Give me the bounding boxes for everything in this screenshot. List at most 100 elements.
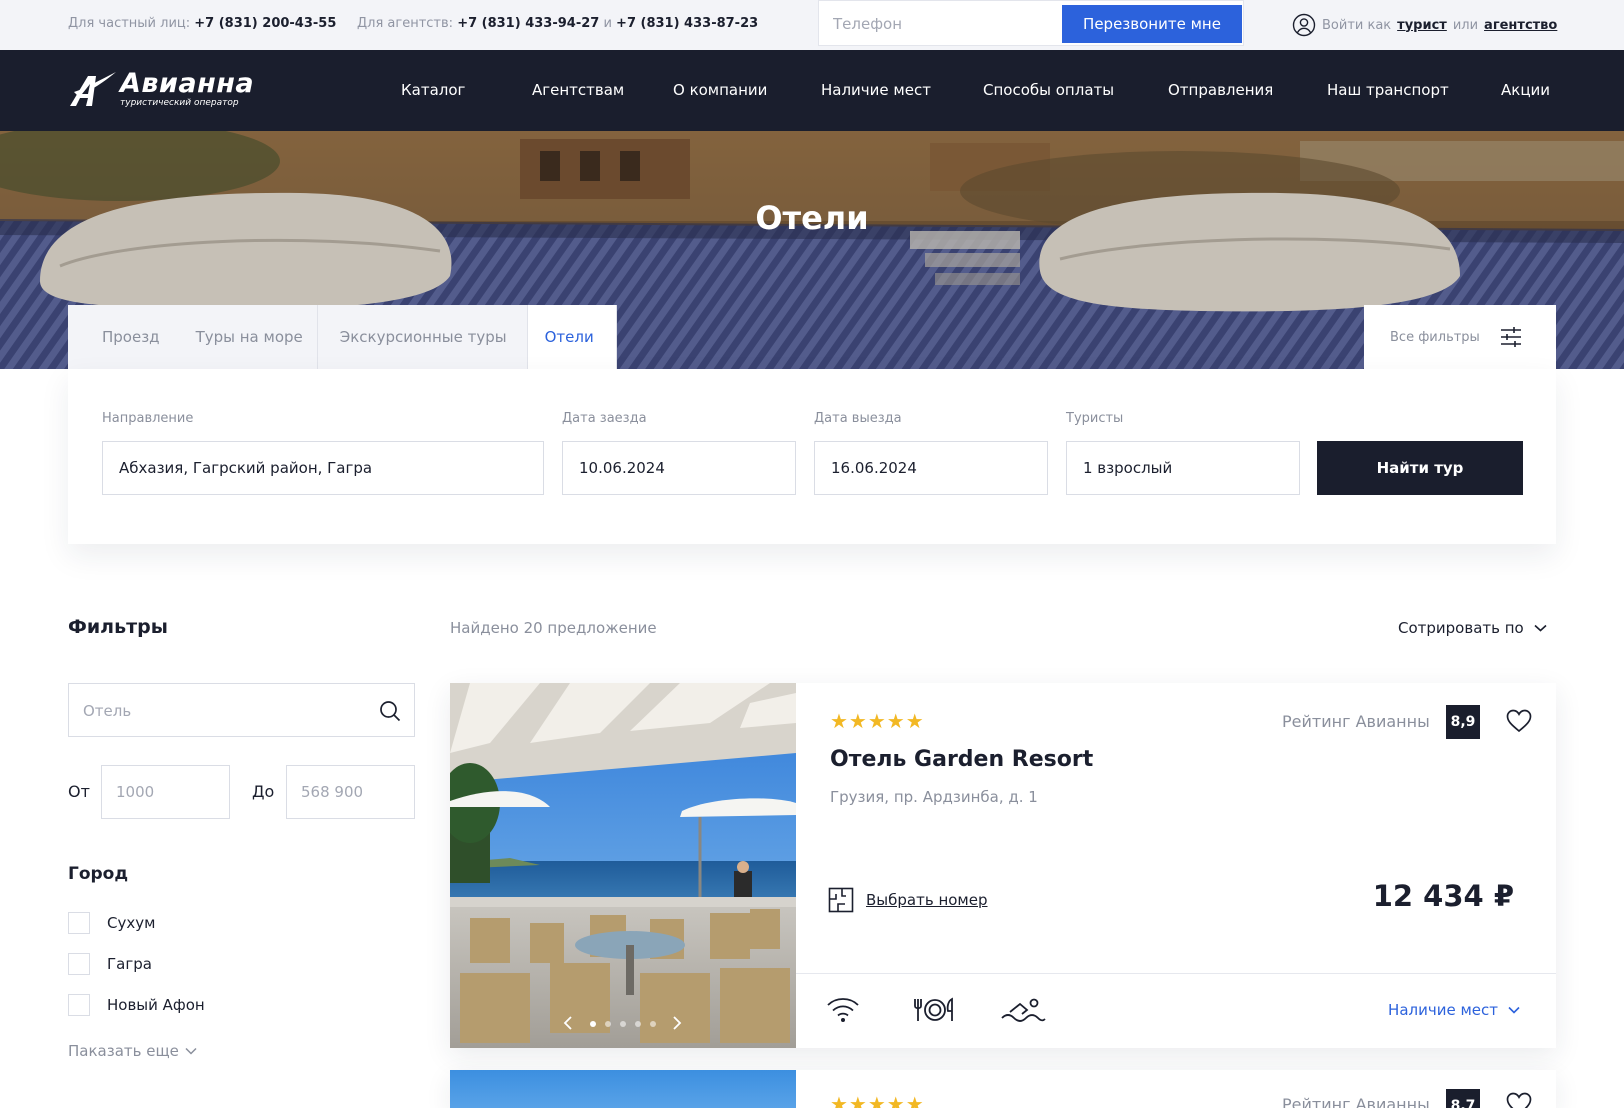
city-option-novy-afon[interactable]: Новый Афон [68,994,205,1016]
hotel-photo-carousel[interactable] [450,1070,796,1108]
carousel-dot[interactable] [650,1021,656,1027]
availability-toggle[interactable]: Наличие мест [1388,1001,1520,1019]
amenities-bar: Наличие мест [796,973,1556,1048]
hotel-search-input[interactable] [83,698,363,724]
chevron-down-icon [185,1047,197,1055]
hotel-name[interactable]: Отель Garden Resort [830,747,1093,772]
city-option-gagra[interactable]: Гагра [68,953,152,975]
login-agency-link[interactable]: агентство [1484,18,1557,33]
login-or: или [1452,17,1479,33]
hotel-photo [450,683,796,1048]
callback-button[interactable]: Перезвоните мне [1062,5,1242,43]
agency-phone-1[interactable]: +7 (831) 433-94-27 [457,16,599,31]
carousel-dot[interactable] [620,1021,626,1027]
search-panel: Направление Дата заезда Дата выезда Тури… [68,369,1556,544]
hotel-card-body: ★★★★★ Рейтинг Авианны 8,9 Отель Garden R… [796,683,1556,1048]
nav-item-availability[interactable]: Наличие мест [821,81,931,99]
agency-contact: Для агентств: +7 (831) 433-94-27 и +7 (8… [357,16,758,31]
hotel-photo-carousel[interactable] [450,683,796,1048]
star-rating: ★★★★★ [830,1092,925,1108]
chevron-down-icon [1534,624,1547,632]
checkbox[interactable] [68,953,90,975]
rating-badge: 8,9 [1446,705,1480,739]
nav-item-catalog[interactable]: Каталог [401,81,465,99]
city-label: Новый Афон [107,996,205,1014]
city-label: Сухум [107,914,156,932]
nav-item-payment[interactable]: Способы оплаты [983,81,1114,99]
all-filters-label: Все фильтры [1390,329,1480,345]
city-option-sukhum[interactable]: Сухум [68,912,155,934]
agency-and: и [603,16,612,31]
tab-sea-tours[interactable]: Туры на море [175,305,318,369]
checkbox[interactable] [68,994,90,1016]
tab-transfer[interactable]: Проезд [68,305,176,369]
filters-title: Фильтры [68,616,168,638]
heart-icon[interactable] [1506,709,1532,733]
logo[interactable]: Авианна туристический оператор [68,68,268,114]
price-from-input[interactable] [101,765,230,819]
login-tourist-link[interactable]: турист [1397,18,1447,33]
carousel-dot[interactable] [635,1021,641,1027]
tourists-label: Туристы [1066,411,1124,426]
search-icon[interactable] [379,700,401,722]
nav-item-promos[interactable]: Акции [1501,81,1550,99]
restaurant-icon [914,997,953,1021]
hotel-card-body: ★★★★★ Рейтинг Авианны 8,7 [796,1070,1556,1108]
floor-plan-icon [828,887,854,913]
tab-hotels[interactable]: Отели [527,305,617,369]
search-tabs: Проезд Туры на море Экскурсионные туры О… [68,305,617,369]
nav-item-about[interactable]: О компании [673,81,767,99]
agency-label: Для агентств: [357,16,454,31]
brand-tagline: туристический оператор [120,98,239,108]
carousel-dot[interactable] [605,1021,611,1027]
carousel-dot[interactable] [590,1021,596,1027]
checkout-label: Дата выезда [814,411,902,426]
brand-name: Авианна [120,68,255,99]
city-filter-title: Город [68,864,129,884]
hotel-card: ★★★★★ Рейтинг Авианны 8,7 [450,1070,1556,1108]
checkout-input[interactable] [814,441,1048,495]
phone-input[interactable] [833,11,1053,37]
hotel-address: Грузия, пр. Ардзинба, д. 1 [830,788,1038,806]
show-more-cities[interactable]: Паказать еще [68,1042,197,1060]
private-contact: Для частный лиц: +7 (831) 200-43-55 [68,16,336,31]
show-more-label: Паказать еще [68,1042,179,1060]
nav-item-agencies[interactable]: Агентствам [532,81,624,99]
tab-excursion-tours[interactable]: Экскурсионные туры [317,305,528,369]
sort-dropdown[interactable]: Сотрировать по [1398,619,1547,637]
nav-item-departures[interactable]: Отправления [1168,81,1273,99]
results-count: Найдено 20 предложение [450,619,657,637]
hotel-photo [450,1070,796,1108]
availability-label: Наличие мест [1388,1001,1498,1019]
heart-icon[interactable] [1506,1092,1532,1108]
hotel-card: ★★★★★ Рейтинг Авианны 8,9 Отель Garden R… [450,683,1556,1048]
pool-icon [1001,998,1046,1022]
private-label: Для частный лиц: [68,16,191,31]
sort-label: Сотрировать по [1398,619,1524,637]
logo-mark-icon [70,72,116,106]
city-label: Гагра [107,955,152,973]
top-bar: Для частный лиц: +7 (831) 200-43-55 Для … [0,0,1624,50]
chevron-right-icon[interactable] [667,1014,685,1032]
price-to-label: До [252,782,275,801]
price-from-label: От [68,782,90,801]
tourists-input[interactable] [1066,441,1300,495]
login-prefix: Войти как [1322,17,1392,33]
private-phone[interactable]: +7 (831) 200-43-55 [194,16,336,31]
direction-label: Направление [102,411,194,426]
all-filters-button[interactable]: Все фильтры [1364,305,1556,369]
find-tour-button[interactable]: Найти тур [1317,441,1523,495]
agency-phone-2[interactable]: +7 (831) 433-87-23 [616,16,758,31]
wifi-icon [827,998,859,1022]
rating-label: Рейтинг Авианны [1282,1095,1430,1108]
nav-item-transport[interactable]: Наш транспорт [1327,81,1449,99]
checkin-label: Дата заезда [562,411,647,426]
price-to-input[interactable] [286,765,415,819]
checkbox[interactable] [68,912,90,934]
hotel-price: 12 434 ₽ [1372,879,1514,913]
checkin-input[interactable] [562,441,796,495]
callback-form: Перезвоните мне [818,0,1244,46]
choose-room-link[interactable]: Выбрать номер [828,887,988,913]
direction-input[interactable] [102,441,544,495]
page-title: Отели [755,199,869,237]
